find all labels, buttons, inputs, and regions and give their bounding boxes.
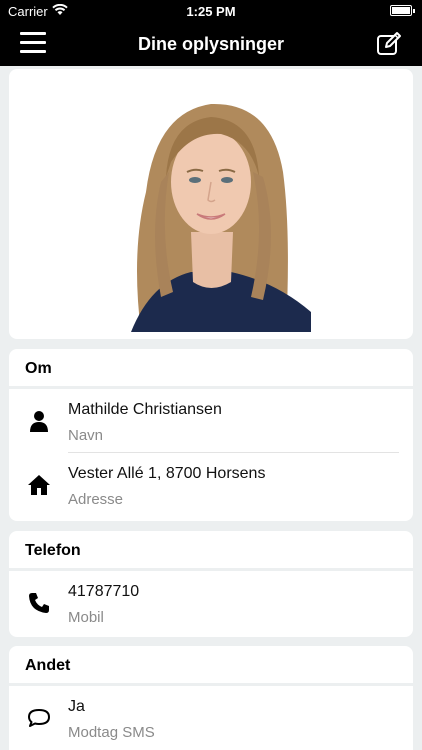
phone-label: Mobil (68, 609, 104, 626)
name-value: Mathilde Christiansen (68, 401, 222, 418)
section-phone: Telefon 41787710 Mobil (9, 531, 413, 637)
phone-value: 41787710 (68, 583, 140, 600)
list-item-mobile[interactable]: 41787710 Mobil (9, 571, 413, 635)
home-icon (28, 475, 50, 495)
edit-icon[interactable] (376, 31, 402, 57)
section-header-about: Om (9, 349, 413, 389)
page-title: Dine oplysninger (137, 34, 285, 54)
navigation-bar: Dine oplysninger (0, 22, 422, 66)
name-label: Navn (68, 427, 104, 444)
list-item-address[interactable]: Vester Allé 1, 8700 Horsens Adresse (9, 453, 413, 517)
section-header-phone: Telefon (9, 531, 413, 571)
list-item-sms[interactable]: Ja Modtag SMS (9, 686, 413, 750)
status-bar: Carrier 1:25 PM (0, 0, 422, 22)
sms-value: Ja (68, 698, 85, 715)
battery-icon (390, 5, 415, 16)
profile-photo (111, 82, 311, 332)
section-other: Andet Ja Modtag SMS (9, 646, 413, 750)
sms-label: Modtag SMS (68, 724, 155, 741)
section-about: Om Mathilde Christiansen Navn Vester All… (9, 349, 413, 521)
chat-bubble-icon (28, 709, 50, 727)
section-header-other: Andet (9, 646, 413, 686)
person-icon (30, 411, 48, 432)
phone-icon (29, 593, 49, 613)
clock: 1:25 PM (186, 4, 236, 19)
address-value: Vester Allé 1, 8700 Horsens (68, 465, 266, 482)
list-item-name[interactable]: Mathilde Christiansen Navn (9, 389, 413, 453)
address-label: Adresse (68, 491, 124, 508)
profile-photo-card (9, 69, 413, 339)
